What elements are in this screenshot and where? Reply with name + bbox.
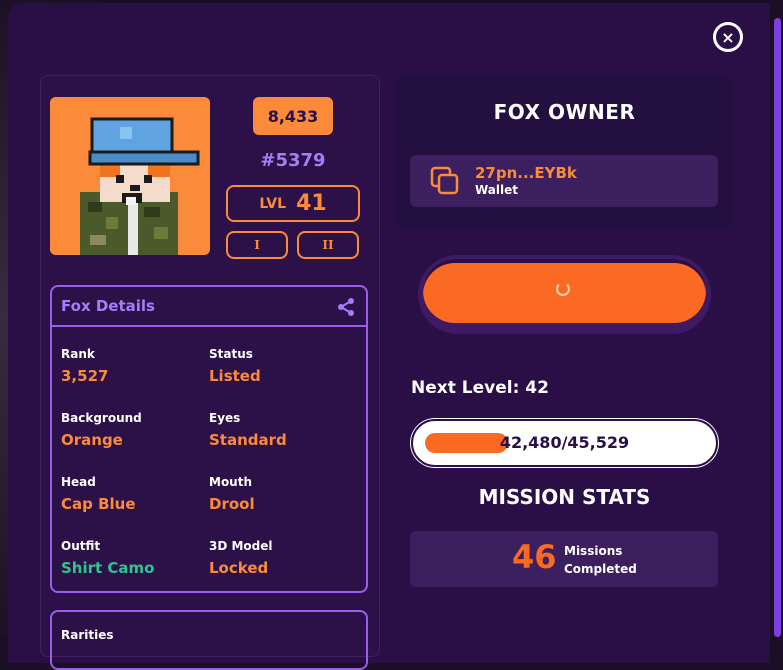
- trait-head: Head Cap Blue: [61, 475, 136, 513]
- missions-label-line2: Completed: [564, 562, 637, 576]
- trait-key: Head: [61, 475, 96, 489]
- trait-value: Cap Blue: [61, 495, 136, 513]
- level-label: LVL: [259, 195, 287, 212]
- trait-key: Mouth: [209, 475, 253, 489]
- trait-value: 3,527: [61, 367, 109, 385]
- trait-value: Locked: [209, 559, 269, 577]
- trait-key: 3D Model: [209, 539, 273, 553]
- trait-key: Outfit: [61, 539, 101, 553]
- trait-3d-model: 3D Model Locked: [209, 539, 273, 577]
- trait-rank: Rank 3,527: [61, 347, 108, 385]
- level-value: 41: [296, 191, 327, 216]
- missions-label-line1: Missions: [564, 544, 623, 558]
- trait-value: Orange: [61, 431, 123, 449]
- missions-label: Missions Completed: [564, 542, 654, 578]
- close-icon: ×: [721, 27, 735, 47]
- wallet-label: Wallet: [475, 183, 519, 197]
- score-value: 8,433: [267, 106, 319, 126]
- loading-spinner-icon: [556, 282, 570, 296]
- gen-1-button[interactable]: I: [226, 231, 288, 259]
- trait-value: Listed: [209, 367, 261, 385]
- fox-details-header: Fox Details: [52, 287, 366, 327]
- gen-2-button[interactable]: II: [297, 231, 359, 259]
- xp-progress-text: 42,480/45,529: [499, 433, 630, 452]
- trait-key: Status: [209, 347, 253, 361]
- trait-status: Status Listed: [209, 347, 261, 385]
- mission-stats-title: MISSION STATS: [478, 485, 651, 509]
- trait-background: Background Orange: [61, 411, 142, 449]
- trait-key: Background: [61, 411, 142, 425]
- trait-value: Shirt Camo: [61, 559, 155, 577]
- fox-id: #5379: [260, 150, 326, 171]
- score-badge: 8,433: [253, 97, 333, 135]
- trait-value: Drool: [209, 495, 255, 513]
- fox-pixel-art: [50, 97, 210, 255]
- level-badge: LVL 41: [226, 185, 360, 222]
- copy-icon[interactable]: [430, 166, 460, 196]
- scrollbar[interactable]: [774, 18, 781, 637]
- wallet-address[interactable]: 27pn...EYBk: [475, 164, 577, 182]
- rarities-card: Rarities: [50, 610, 368, 670]
- trait-mouth: Mouth Drool: [209, 475, 255, 513]
- fox-owner-title: FOX OWNER: [493, 100, 636, 124]
- trait-value: Standard: [209, 431, 287, 449]
- trait-key: Rank: [61, 347, 95, 361]
- fox-details-card: Fox Details Rank 3,527 Status Listed Bac…: [50, 285, 368, 593]
- trait-key: Eyes: [209, 411, 241, 425]
- trait-outfit: Outfit Shirt Camo: [61, 539, 154, 577]
- trait-eyes: Eyes Standard: [209, 411, 287, 449]
- fox-avatar: [50, 97, 210, 255]
- fox-details-title: Fox Details: [61, 297, 155, 315]
- close-button[interactable]: ×: [713, 22, 743, 52]
- share-icon[interactable]: [336, 297, 356, 317]
- next-level-label: Next Level: 42: [411, 378, 549, 398]
- missions-count: 46: [512, 538, 557, 576]
- rarities-title: Rarities: [61, 628, 114, 642]
